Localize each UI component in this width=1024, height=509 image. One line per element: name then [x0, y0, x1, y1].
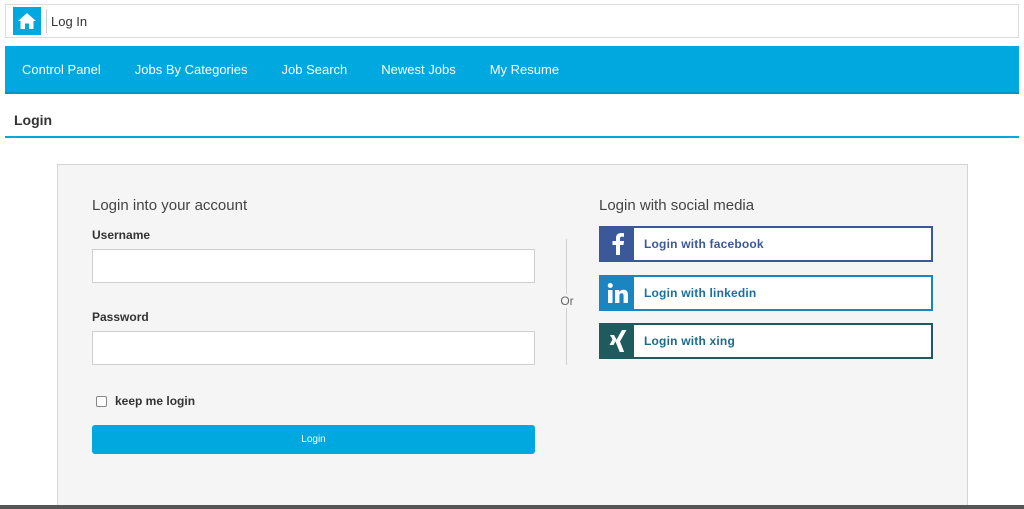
breadcrumb: Log In [5, 4, 1019, 38]
main-nav: Control Panel Jobs By Categories Job Sea… [5, 46, 1019, 94]
login-panel: Login into your account Username Passwor… [57, 164, 968, 509]
login-button[interactable]: Login [92, 425, 535, 454]
linkedin-login-button[interactable]: Login with linkedin [599, 275, 933, 311]
login-heading: Login into your account [92, 197, 248, 214]
facebook-icon [601, 228, 634, 260]
nav-item-job-search[interactable]: Job Search [265, 62, 365, 77]
page-header: Login [5, 104, 1019, 138]
xing-login-button[interactable]: Login with xing [599, 323, 933, 359]
window-bottom-edge [0, 505, 1024, 509]
nav-item-control-panel[interactable]: Control Panel [5, 62, 118, 77]
xing-icon [601, 325, 634, 357]
username-label: Username [92, 228, 151, 242]
or-text: Or [558, 294, 576, 308]
breadcrumb-current: Log In [51, 13, 88, 29]
nav-item-newest-jobs[interactable]: Newest Jobs [364, 62, 472, 77]
social-heading: Login with social media [599, 197, 755, 214]
facebook-login-label: Login with facebook [644, 237, 764, 251]
remember-checkbox[interactable] [96, 395, 107, 407]
password-label: Password [92, 310, 149, 324]
remember-label: keep me login [115, 394, 196, 408]
remember-row: keep me login [96, 394, 195, 408]
password-input[interactable] [92, 331, 535, 365]
nav-item-jobs-by-categories[interactable]: Jobs By Categories [118, 62, 265, 77]
page-title: Login [14, 112, 53, 128]
nav-item-my-resume[interactable]: My Resume [473, 62, 576, 77]
linkedin-icon [601, 277, 634, 309]
facebook-login-button[interactable]: Login with facebook [599, 226, 933, 262]
breadcrumb-separator [46, 9, 47, 33]
linkedin-login-label: Login with linkedin [644, 286, 757, 300]
home-icon [18, 13, 36, 29]
username-input[interactable] [92, 249, 535, 283]
home-button[interactable] [13, 7, 41, 35]
xing-login-label: Login with xing [644, 334, 735, 348]
